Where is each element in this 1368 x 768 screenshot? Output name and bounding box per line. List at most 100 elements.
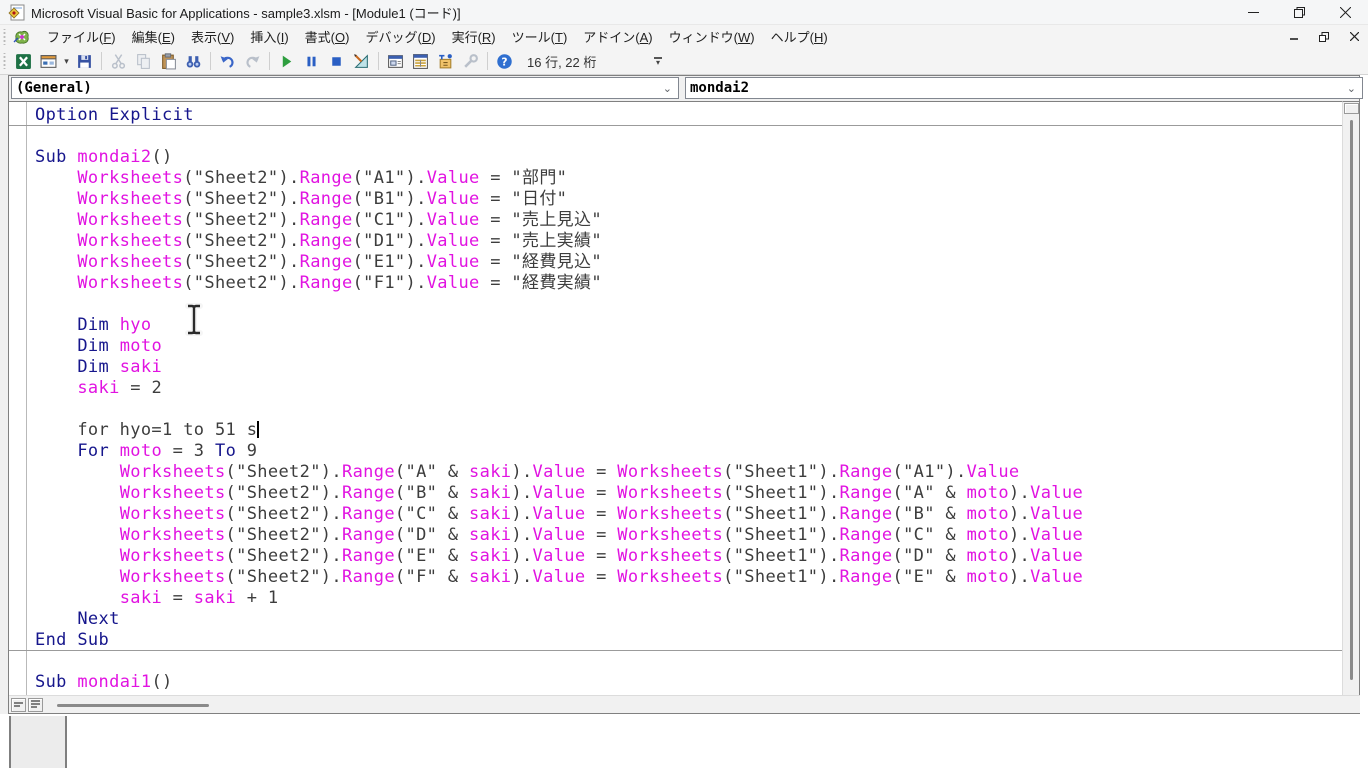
svg-text:?: ? bbox=[501, 55, 507, 68]
toolbar-buttons: ▾? bbox=[11, 50, 517, 72]
child-window-controls bbox=[1286, 25, 1362, 48]
code-line bbox=[9, 126, 1343, 147]
window-title: Microsoft Visual Basic for Applications … bbox=[31, 3, 461, 22]
code-line bbox=[9, 294, 1343, 315]
procedure-dropdown-value: mondai2 bbox=[686, 80, 749, 96]
toolbar-grip[interactable] bbox=[2, 53, 7, 69]
cursor-position-status: 16 行, 22 桁 bbox=[527, 52, 596, 71]
menu-o[interactable]: 書式(O) bbox=[297, 24, 358, 49]
split-box[interactable] bbox=[1344, 103, 1359, 114]
help-button[interactable]: ? bbox=[493, 50, 516, 72]
toolbar-separator bbox=[487, 52, 488, 70]
code-line: Worksheets("Sheet2").Range("C" & saki).V… bbox=[9, 504, 1343, 525]
code-line: Dim moto bbox=[9, 336, 1343, 357]
object-browser-icon bbox=[437, 53, 454, 70]
code-line: Worksheets("Sheet2").Range("C1").Value =… bbox=[9, 210, 1343, 231]
minimize-button[interactable] bbox=[1230, 0, 1276, 25]
menu-f[interactable]: ファイル(F) bbox=[39, 24, 124, 49]
standard-toolbar: ▾? 16 行, 22 桁 ▾ bbox=[0, 48, 1368, 75]
toolbar-overflow-button[interactable]: ▾ bbox=[650, 50, 666, 73]
menu-r[interactable]: 実行(R) bbox=[444, 24, 504, 49]
toolbox-icon bbox=[462, 53, 479, 70]
design-mode-icon bbox=[353, 53, 370, 70]
vba-app-icon bbox=[8, 4, 25, 21]
menu-h[interactable]: ヘルプ(H) bbox=[763, 24, 836, 49]
menu-e[interactable]: 編集(E) bbox=[124, 24, 183, 49]
menu-items: ファイル(F)編集(E)表示(V)挿入(I)書式(O)デバッグ(D)実行(R)ツ… bbox=[39, 24, 836, 49]
find-icon bbox=[185, 53, 202, 70]
vertical-scrollbar-thumb[interactable] bbox=[1350, 120, 1353, 680]
break-button[interactable] bbox=[300, 50, 323, 72]
design-mode-button[interactable] bbox=[350, 50, 373, 72]
toolbar-separator bbox=[269, 52, 270, 70]
paste-button[interactable] bbox=[157, 50, 180, 72]
paste-icon bbox=[160, 53, 177, 70]
menu-v[interactable]: 表示(V) bbox=[183, 24, 242, 49]
object-browser-button[interactable] bbox=[434, 50, 457, 72]
toolbar-separator bbox=[210, 52, 211, 70]
close-button[interactable] bbox=[1322, 0, 1368, 25]
title-bar: Microsoft Visual Basic for Applications … bbox=[0, 0, 1368, 25]
properties-window-button[interactable] bbox=[409, 50, 432, 72]
menu-bar: ファイル(F)編集(E)表示(V)挿入(I)書式(O)デバッグ(D)実行(R)ツ… bbox=[0, 25, 1368, 48]
userform-icon bbox=[40, 53, 57, 70]
cut-button bbox=[107, 50, 130, 72]
full-module-view-button[interactable] bbox=[28, 698, 43, 712]
excel-icon bbox=[15, 53, 32, 70]
mdi-frame-edge bbox=[0, 75, 8, 768]
horizontal-scrollbar-thumb[interactable] bbox=[57, 704, 209, 707]
menu-a[interactable]: アドイン(A) bbox=[575, 24, 660, 49]
procedure-view-button[interactable] bbox=[11, 698, 26, 712]
undo-icon bbox=[219, 53, 236, 70]
reset-button[interactable] bbox=[325, 50, 348, 72]
code-line: Worksheets("Sheet2").Range("E1").Value =… bbox=[9, 252, 1343, 273]
insert-object-dropdown-arrow[interactable]: ▾ bbox=[61, 56, 72, 67]
run-button[interactable] bbox=[275, 50, 298, 72]
code-line: for hyo=1 to 51 s bbox=[9, 420, 1343, 441]
mdi-background bbox=[0, 714, 1368, 768]
code-line: saki = saki + 1 bbox=[9, 588, 1343, 609]
project-explorer-button[interactable] bbox=[384, 50, 407, 72]
find-button[interactable] bbox=[182, 50, 205, 72]
restore-button[interactable] bbox=[1276, 0, 1322, 25]
properties-window-icon bbox=[412, 53, 429, 70]
copy-button bbox=[132, 50, 155, 72]
child-restore-button[interactable] bbox=[1316, 29, 1332, 45]
code-line: Worksheets("Sheet2").Range("F1").Value =… bbox=[9, 273, 1343, 294]
toolbox-button bbox=[459, 50, 482, 72]
procedure-dropdown[interactable]: mondai2 ⌄ bbox=[685, 77, 1363, 99]
child-minimize-button[interactable] bbox=[1286, 29, 1302, 45]
object-dropdown[interactable]: (General) ⌄ bbox=[11, 77, 679, 99]
cut-icon bbox=[110, 53, 127, 70]
combo-row: (General) ⌄ mondai2 ⌄ bbox=[9, 76, 1359, 101]
code-editor[interactable]: Option Explicit Sub mondai2() Worksheets… bbox=[9, 101, 1343, 696]
code-line: Worksheets("Sheet2").Range("A1").Value =… bbox=[9, 168, 1343, 189]
menu-d[interactable]: デバッグ(D) bbox=[357, 24, 443, 49]
code-line bbox=[9, 651, 1343, 672]
redo-button bbox=[241, 50, 264, 72]
code-line bbox=[9, 399, 1343, 420]
text-caret bbox=[257, 421, 259, 438]
save-button[interactable] bbox=[73, 50, 96, 72]
insert-userform-button[interactable] bbox=[37, 50, 60, 72]
copy-icon bbox=[135, 53, 152, 70]
vba-editor-window: Microsoft Visual Basic for Applications … bbox=[0, 0, 1368, 768]
code-line: Dim saki bbox=[9, 357, 1343, 378]
code-line: Worksheets("Sheet2").Range("D1").Value =… bbox=[9, 231, 1343, 252]
toolbar-separator bbox=[378, 52, 379, 70]
reset-icon bbox=[328, 53, 345, 70]
undo-button[interactable] bbox=[216, 50, 239, 72]
horizontal-scrollbar[interactable] bbox=[9, 695, 1360, 713]
code-line: Dim hyo bbox=[9, 315, 1343, 336]
view-excel-button[interactable] bbox=[12, 50, 35, 72]
menu-t[interactable]: ツール(T) bbox=[504, 24, 576, 49]
help-icon: ? bbox=[496, 53, 513, 70]
code-line: Worksheets("Sheet2").Range("B" & saki).V… bbox=[9, 483, 1343, 504]
save-icon bbox=[76, 53, 93, 70]
vertical-scrollbar[interactable] bbox=[1342, 101, 1359, 696]
child-close-button[interactable] bbox=[1346, 29, 1362, 45]
menu-i[interactable]: 挿入(I) bbox=[242, 24, 296, 49]
menubar-grip[interactable] bbox=[2, 29, 7, 45]
menu-w[interactable]: ウィンドウ(W) bbox=[661, 24, 763, 49]
background-window-corner bbox=[9, 716, 67, 768]
